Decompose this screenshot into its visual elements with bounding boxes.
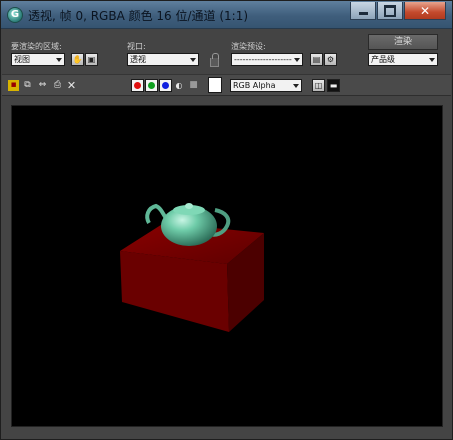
chevron-down-icon xyxy=(188,55,197,64)
render-area-label: 要渲染的区域: xyxy=(11,42,62,51)
chevron-down-icon xyxy=(291,81,300,90)
viewport-dropdown[interactable]: 透视 xyxy=(127,53,199,66)
clone-frame-icon[interactable]: ⧉ xyxy=(22,80,33,91)
viewport-label: 视口: xyxy=(127,42,146,51)
green-channel-button[interactable] xyxy=(145,79,158,92)
environment-button[interactable]: ▤ xyxy=(310,53,323,66)
track-icon[interactable]: ⇔ xyxy=(37,80,48,91)
title-bar[interactable]: G 透视, 帧 0, RGBA 颜色 16 位/通道 (1:1) ✕ xyxy=(1,1,452,29)
display-channel-value: RGB Alpha xyxy=(233,81,276,90)
app-icon[interactable]: G xyxy=(7,7,23,23)
chevron-down-icon xyxy=(54,55,63,64)
blue-dot-icon xyxy=(162,82,169,89)
lock-icon[interactable] xyxy=(210,53,219,67)
render-canvas xyxy=(12,106,442,426)
rendered-image xyxy=(11,105,443,427)
production-value: 产品级 xyxy=(371,55,395,64)
window-title: 透视, 帧 0, RGBA 颜色 16 位/通道 (1:1) xyxy=(28,9,249,23)
red-channel-button[interactable] xyxy=(131,79,144,92)
blue-channel-button[interactable] xyxy=(159,79,172,92)
print-icon[interactable]: ⎙ xyxy=(52,80,63,91)
chevron-down-icon xyxy=(427,55,436,64)
color-swatch[interactable] xyxy=(208,77,222,93)
window-controls: ✕ xyxy=(350,2,446,20)
edit-region-button[interactable]: ✋ xyxy=(71,53,84,66)
auto-region-button[interactable]: ▣ xyxy=(85,53,98,66)
render-button[interactable]: 渲染 xyxy=(368,34,438,50)
render-area-value: 视图 xyxy=(14,55,30,64)
alpha-channel-icon[interactable]: ◐ xyxy=(175,80,183,91)
toggle-ui-button[interactable]: ▬ xyxy=(327,79,340,92)
save-image-icon[interactable]: ▪ xyxy=(8,80,19,91)
red-dot-icon xyxy=(134,82,141,89)
render-preset-label: 渲染预设: xyxy=(231,42,266,51)
render-preset-dropdown[interactable]: -------------------- xyxy=(231,53,303,66)
render-preset-value: -------------------- xyxy=(234,55,292,64)
viewport-value: 透视 xyxy=(130,55,146,64)
render-setup-button[interactable]: ⚙ xyxy=(324,53,337,66)
production-dropdown[interactable]: 产品级 xyxy=(368,53,438,66)
render-frame-window: G 透视, 帧 0, RGBA 颜色 16 位/通道 (1:1) ✕ 要渲染的区… xyxy=(0,0,453,440)
green-dot-icon xyxy=(148,82,155,89)
clear-icon[interactable]: ✕ xyxy=(66,80,77,91)
monochrome-icon[interactable]: ■ xyxy=(188,80,199,91)
close-button[interactable]: ✕ xyxy=(404,2,446,20)
chevron-down-icon xyxy=(292,55,301,64)
render-area-dropdown[interactable]: 视图 xyxy=(11,53,65,66)
frame-toolbar: ▪ ⧉ ⇔ ⎙ ✕ ◐ ■ RGB Alpha ◫ ▬ xyxy=(2,74,451,96)
display-channel-dropdown[interactable]: RGB Alpha xyxy=(230,79,302,92)
maximize-button[interactable] xyxy=(377,2,403,20)
toggle-ui-overlay-button[interactable]: ◫ xyxy=(312,79,325,92)
minimize-button[interactable] xyxy=(350,2,376,20)
